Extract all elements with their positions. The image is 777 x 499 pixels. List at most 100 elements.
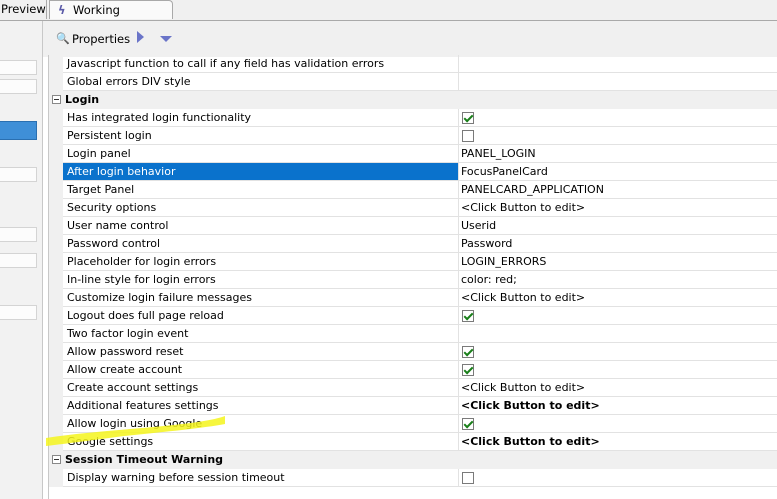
property-value[interactable] [459,325,777,343]
property-row[interactable]: Allow password reset [49,343,777,361]
row-gutter [49,199,63,217]
property-name[interactable]: Security options [63,199,459,217]
search-icon[interactable]: 🔍 [56,32,70,45]
left-pane-item[interactable] [0,60,37,75]
property-checkbox-cell[interactable] [459,307,777,325]
row-gutter [49,253,63,271]
property-name[interactable]: Display warning before session timeout [63,469,459,487]
property-row[interactable]: Create account settings <Click Button to … [49,379,777,397]
checkbox-unchecked[interactable] [462,130,474,142]
tab-strip: Preview ϟWorking Preview [0,0,777,35]
property-name[interactable]: Login panel [63,145,459,163]
property-name[interactable]: Additional features settings [63,397,459,415]
left-pane-item[interactable] [0,167,37,182]
checkbox-checked[interactable] [462,310,474,322]
property-row[interactable]: User name control Userid [49,217,777,235]
property-value[interactable]: LOGIN_ERRORS [459,253,777,271]
property-row[interactable]: Two factor login event [49,325,777,343]
property-row[interactable]: Persistent login [49,127,777,145]
property-name[interactable]: Has integrated login functionality [63,109,459,127]
property-checkbox-cell[interactable] [459,127,777,145]
property-grid: Javascript function to call if any field… [48,55,777,499]
properties-header: 🔍 Properties [43,21,777,57]
property-value[interactable]: PANELCARD_APPLICATION [459,181,777,199]
left-pane-item[interactable] [0,227,37,242]
collapse-icon[interactable] [52,455,61,464]
checkbox-checked[interactable] [462,418,474,430]
property-name[interactable]: Password control [63,235,459,253]
property-name[interactable]: Javascript function to call if any field… [63,55,459,73]
property-name[interactable]: Target Panel [63,181,459,199]
property-value[interactable]: color: red; [459,271,777,289]
property-row[interactable]: Additional features settings <Click Butto… [49,397,777,415]
tab-preview[interactable]: Preview [0,0,47,19]
property-row[interactable]: Javascript function to call if any field… [49,55,777,73]
checkbox-unchecked[interactable] [462,472,474,484]
property-name[interactable]: Google settings [63,433,459,451]
properties-title: Properties [72,32,131,46]
property-row[interactable]: Target Panel PANELCARD_APPLICATION [49,181,777,199]
property-row[interactable]: In-line style for login errors color: red… [49,271,777,289]
property-row[interactable]: Placeholder for login errors LOGIN_ERRORS [49,253,777,271]
property-checkbox-cell[interactable] [459,109,777,127]
play-icon[interactable] [137,31,144,43]
property-row[interactable]: Has integrated login functionality [49,109,777,127]
property-name[interactable]: After login behavior [63,163,459,181]
row-gutter [49,433,63,451]
property-value[interactable]: <Click Button to edit> [459,397,777,415]
property-name[interactable]: Create account settings [63,379,459,397]
property-value[interactable]: Userid [459,217,777,235]
property-value[interactable]: PANEL_LOGIN [459,145,777,163]
property-value[interactable]: <Click Button to edit> [459,379,777,397]
property-name[interactable]: Allow password reset [63,343,459,361]
collapse-icon[interactable] [52,95,61,104]
row-gutter [49,307,63,325]
property-checkbox-cell[interactable] [459,343,777,361]
property-row[interactable]: Google settings <Click Button to edit> [49,433,777,451]
property-name[interactable]: User name control [63,217,459,235]
property-name[interactable]: Allow create account [63,361,459,379]
property-value[interactable] [459,73,777,91]
property-row[interactable]: Logout does full page reload [49,307,777,325]
property-row[interactable]: Allow login using Google [49,415,777,433]
property-checkbox-cell[interactable] [459,415,777,433]
category-row[interactable]: Session Timeout Warning [49,451,777,469]
property-name[interactable]: Customize login failure messages [63,289,459,307]
property-name[interactable]: Placeholder for login errors [63,253,459,271]
checkbox-checked[interactable] [462,346,474,358]
property-value[interactable]: <Click Button to edit> [459,199,777,217]
left-pane-item[interactable] [0,79,37,94]
left-pane-item[interactable] [0,253,37,268]
checkbox-checked[interactable] [462,112,474,124]
property-row[interactable]: Display warning before session timeout [49,469,777,487]
property-value[interactable]: Password [459,235,777,253]
property-name[interactable]: Two factor login event [63,325,459,343]
property-row[interactable]: Login panel PANEL_LOGIN [49,145,777,163]
property-row[interactable]: Allow create account [49,361,777,379]
left-pane [0,21,43,499]
property-row[interactable]: Security options <Click Button to edit> [49,199,777,217]
property-row[interactable]: Customize login failure messages <Click B… [49,289,777,307]
property-checkbox-cell[interactable] [459,361,777,379]
row-gutter [49,397,63,415]
lightning-icon: ϟ [58,3,66,17]
property-value[interactable] [459,55,777,73]
property-value[interactable]: <Click Button to edit> [459,433,777,451]
property-checkbox-cell[interactable] [459,469,777,487]
property-row[interactable]: Global errors DIV style [49,73,777,91]
property-row[interactable]: After login behavior FocusPanelCard [49,163,777,181]
tab-working-preview[interactable]: ϟWorking Preview [49,0,173,35]
property-name[interactable]: In-line style for login errors [63,271,459,289]
dropdown-icon[interactable] [160,36,172,42]
property-name[interactable]: Persistent login [63,127,459,145]
category-row[interactable]: Login [49,91,777,109]
property-name[interactable]: Allow login using Google [63,415,459,433]
property-name[interactable]: Global errors DIV style [63,73,459,91]
property-value[interactable]: <Click Button to edit> [459,289,777,307]
checkbox-checked[interactable] [462,364,474,376]
property-name[interactable]: Logout does full page reload [63,307,459,325]
property-value[interactable]: FocusPanelCard [459,163,777,181]
left-pane-item-selected[interactable] [0,121,37,140]
property-row[interactable]: Password control Password [49,235,777,253]
left-pane-item[interactable] [0,305,37,320]
